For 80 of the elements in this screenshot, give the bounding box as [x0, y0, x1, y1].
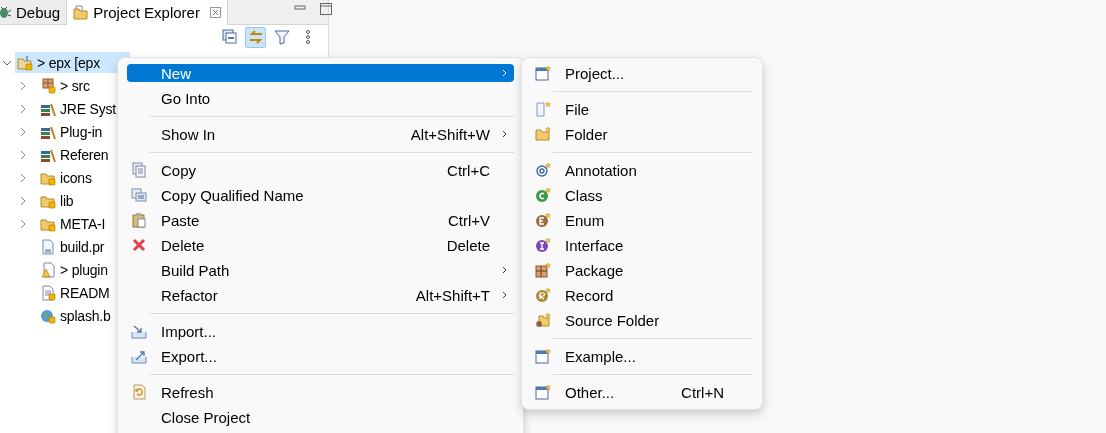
class-icon	[535, 187, 551, 203]
chevron-right-icon[interactable]	[20, 172, 26, 183]
chevron-right-icon[interactable]	[20, 103, 26, 114]
menu-item[interactable]: Source Folder	[531, 311, 753, 329]
chevron-right-icon[interactable]	[20, 126, 26, 137]
tree-item[interactable]: lib	[38, 190, 77, 211]
menu-item[interactable]: Copy Ctrl+C	[127, 161, 514, 179]
package-icon	[535, 262, 551, 278]
new-window-icon	[535, 65, 551, 81]
tree-item[interactable]: > src	[38, 75, 93, 96]
chevron-right-icon[interactable]	[20, 149, 26, 160]
chevron-right-icon[interactable]	[20, 218, 26, 229]
new-file-icon	[535, 101, 551, 117]
tree-item[interactable]: > epx [epx	[15, 52, 130, 73]
menu-item[interactable]: Refactor Alt+Shift+T	[127, 286, 514, 304]
menu-item[interactable]: Delete Delete	[127, 236, 514, 254]
project-icon	[17, 54, 33, 71]
menu-item[interactable]: Record	[531, 286, 753, 304]
tree-item[interactable]: splash.b	[38, 305, 114, 326]
new-window-icon	[535, 384, 551, 400]
close-icon[interactable]	[209, 7, 221, 18]
menu-item[interactable]: Import...	[127, 322, 514, 340]
view-tab[interactable]: Project Explorer	[67, 0, 228, 25]
link-arrows-icon	[247, 29, 264, 45]
export-icon	[131, 348, 147, 364]
folder-icon	[73, 4, 90, 21]
clipboard-icon	[131, 212, 147, 228]
globe-icon	[40, 307, 56, 324]
menu-item[interactable]: Show In Alt+Shift+W	[127, 125, 514, 143]
menu-item[interactable]: Go Into	[127, 89, 514, 107]
more-icon	[304, 29, 311, 45]
menu-item[interactable]: Build Path	[127, 261, 514, 279]
refresh-icon	[131, 384, 147, 400]
collapse-all-icon	[221, 29, 238, 45]
menu-item[interactable]: Package	[531, 261, 753, 279]
chevron-down-icon[interactable]	[2, 59, 12, 66]
record-icon	[535, 287, 551, 303]
filter-icon	[273, 29, 290, 45]
plugin-file-icon	[40, 261, 56, 278]
interface-icon	[535, 237, 551, 253]
tree-item[interactable]: JRE Syst	[38, 98, 119, 119]
chevron-right-icon[interactable]	[20, 195, 26, 206]
delete-icon	[131, 237, 147, 253]
menu-item[interactable]: File	[531, 100, 753, 118]
menu-item[interactable]: Export...	[127, 347, 514, 365]
menu-item[interactable]: Folder	[531, 125, 753, 143]
copy-name-icon	[131, 187, 147, 203]
menu-item[interactable]: Annotation	[531, 161, 753, 179]
copy-icon	[131, 162, 147, 178]
menu-item[interactable]: Class	[531, 186, 753, 204]
menu-item[interactable]: Example...	[531, 347, 753, 365]
source-folder-icon	[535, 312, 551, 328]
tree-item[interactable]: META-I	[38, 213, 109, 234]
tree-item[interactable]: READM	[38, 282, 113, 303]
enum-icon	[535, 212, 551, 228]
menu-item[interactable]: Copy Qualified Name	[127, 186, 514, 204]
menu-item[interactable]: Refresh	[127, 383, 514, 401]
menu-item[interactable]: New	[127, 64, 514, 82]
text-file-icon	[40, 284, 56, 301]
menu-item[interactable]: Other... Ctrl+N	[531, 383, 753, 401]
menu-item[interactable]: Interface	[531, 236, 753, 254]
menu-item[interactable]: Project...	[531, 64, 753, 82]
toolbar-button[interactable]	[245, 26, 266, 48]
import-icon	[131, 323, 147, 339]
maximize-icon[interactable]	[320, 3, 332, 15]
new-folder-icon	[535, 126, 551, 142]
menu-item[interactable]: Paste Ctrl+V	[127, 211, 514, 229]
package-folder-icon	[40, 77, 56, 94]
tree-item[interactable]: Referen	[38, 144, 112, 165]
view-tab[interactable]: Debug	[0, 0, 68, 24]
menu-item[interactable]: Enum	[531, 211, 753, 229]
tree-item[interactable]: build.pr	[38, 236, 108, 257]
tree-item[interactable]: Plug-in	[38, 121, 106, 142]
tree-item[interactable]: icons	[38, 167, 95, 188]
bug-icon	[0, 4, 12, 20]
menu-item[interactable]: Close Project	[127, 408, 514, 426]
tree-item[interactable]: > plugin	[38, 259, 111, 280]
properties-file-icon	[40, 238, 56, 255]
new-window-icon	[535, 348, 551, 364]
chevron-right-icon[interactable]	[20, 80, 26, 91]
